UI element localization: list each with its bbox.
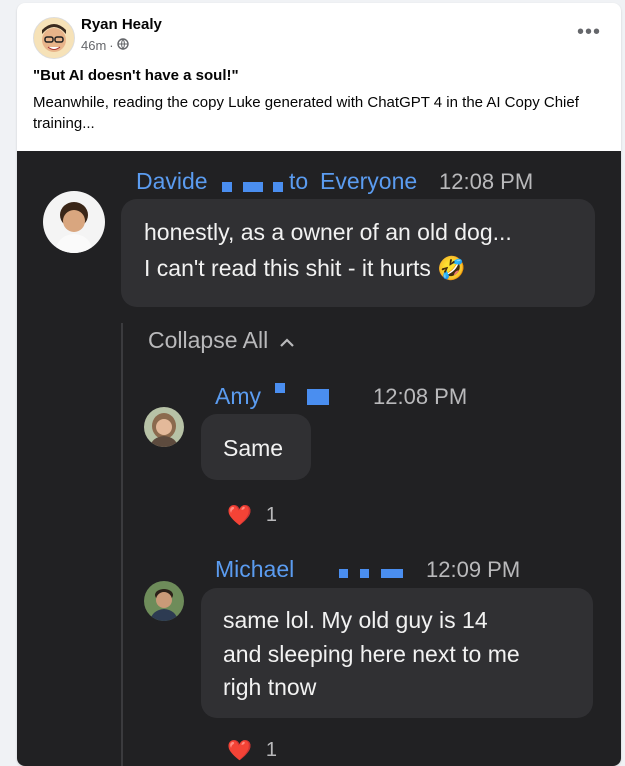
davide-name[interactable]: Davide (136, 168, 208, 195)
chat-screenshot[interactable]: Davide to Everyone 12:08 PM honestly, as… (17, 151, 621, 766)
post-time[interactable]: 46m (81, 38, 106, 53)
reply-text: Same (223, 435, 284, 461)
davide-avatar (43, 191, 105, 253)
reaction-heart[interactable]: ❤️ 1 (227, 503, 277, 528)
reply-line: same lol. My old guy is 14 (223, 607, 488, 633)
post-meta: 46m · (81, 38, 129, 53)
thread-line (121, 323, 123, 766)
recipient-everyone[interactable]: Everyone (320, 168, 417, 195)
author-name[interactable]: Ryan Healy (81, 16, 162, 33)
redacted-mark (275, 383, 285, 393)
reaction-count: 1 (265, 504, 278, 526)
message-line: I can't read this shit - it hurts 🤣 (144, 255, 466, 281)
to-label: to (289, 168, 309, 194)
reply-line: and sleeping here next to me (223, 641, 520, 667)
message-line: honestly, as a owner of an old dog... (144, 219, 512, 245)
redacted-mark (222, 182, 232, 192)
chevron-up-icon (278, 327, 296, 354)
heart-icon: ❤️ (227, 740, 252, 762)
redacted-mark (339, 569, 348, 578)
redacted-mark (273, 182, 283, 192)
reaction-heart[interactable]: ❤️ 1 (227, 738, 277, 763)
amy-avatar (144, 407, 184, 447)
collapse-all-button[interactable]: Collapse All (148, 327, 296, 354)
michael-avatar (144, 581, 184, 621)
post-card: Ryan Healy 46m · ••• "But AI doesn't hav… (17, 3, 621, 766)
globe-icon (116, 38, 129, 53)
post-body: Meanwhile, reading the copy Luke generat… (33, 94, 579, 132)
collapse-all-label: Collapse All (148, 327, 269, 353)
more-options-button[interactable]: ••• (577, 21, 601, 44)
redacted-mark (381, 569, 403, 578)
reaction-count: 1 (265, 739, 278, 761)
post-title: "But AI doesn't have a soul!" (33, 67, 239, 84)
reply-time: 12:09 PM (426, 557, 521, 582)
redacted-mark (360, 569, 369, 578)
author-avatar[interactable] (33, 17, 75, 59)
redacted-mark (307, 389, 329, 405)
heart-icon: ❤️ (227, 505, 252, 527)
message-time: 12:08 PM (439, 169, 534, 194)
redacted-mark (243, 182, 263, 192)
reply-line: righ tnow (223, 674, 317, 700)
michael-name[interactable]: Michael (215, 556, 294, 583)
meta-separator: · (109, 38, 114, 53)
amy-name[interactable]: Amy (215, 383, 261, 410)
reply-time: 12:08 PM (373, 384, 468, 409)
